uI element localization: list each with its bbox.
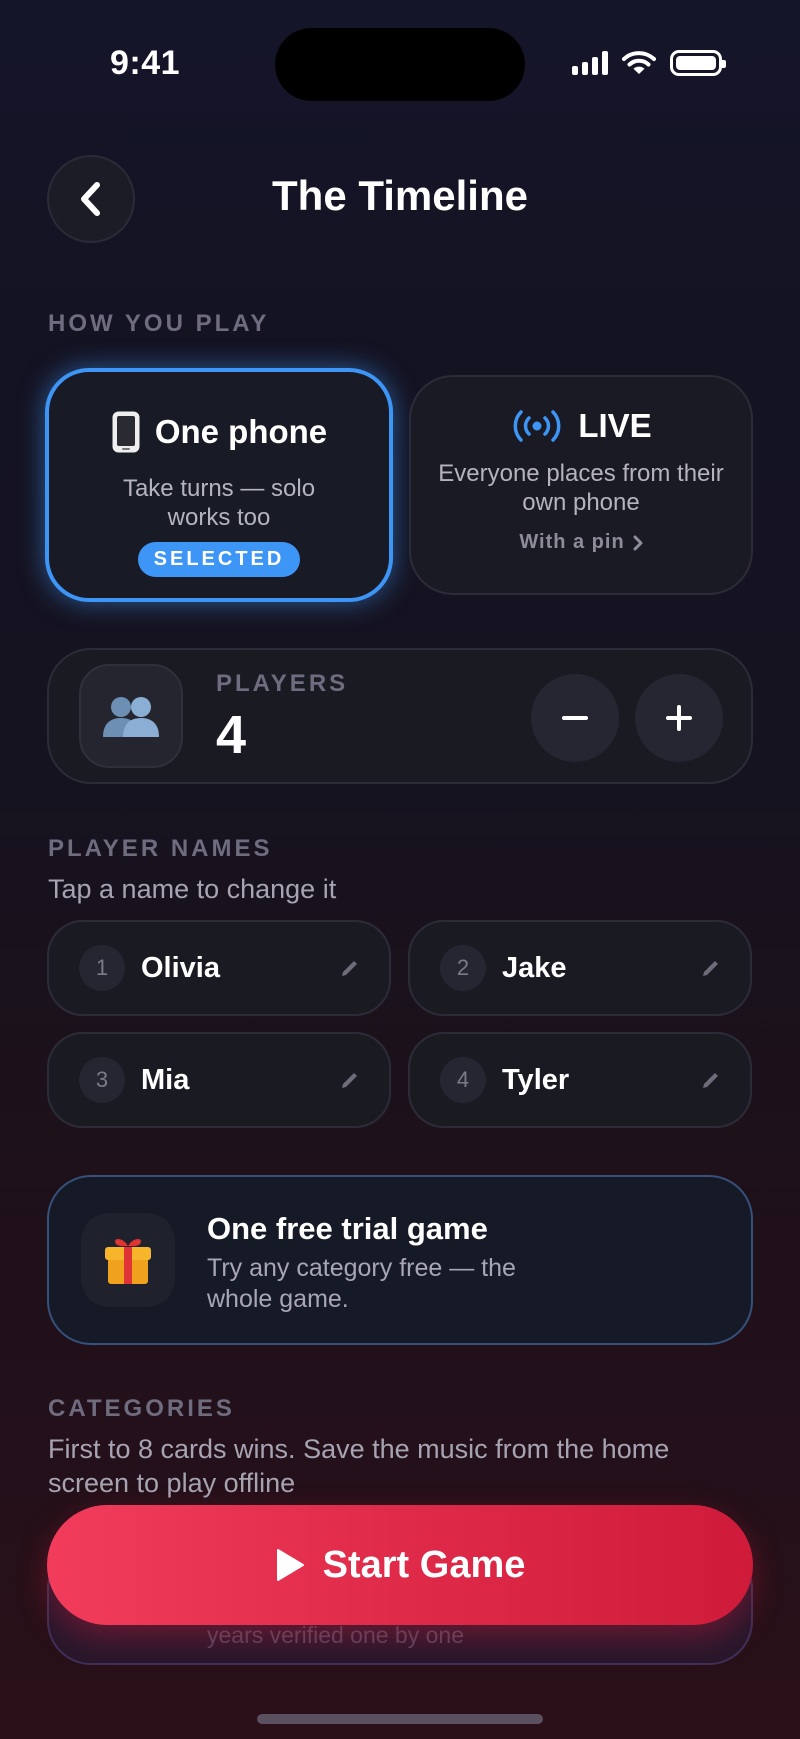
dynamic-island <box>275 28 525 101</box>
players-label: PLAYERS <box>216 670 349 697</box>
mode-description: Everyone places from their own phone <box>438 460 724 516</box>
player-name: Mia <box>141 1063 190 1096</box>
categories-label: CATEGORIES <box>48 1395 235 1422</box>
phone-icon <box>112 411 140 453</box>
people-icon <box>103 697 159 737</box>
selected-badge: SELECTED <box>137 542 301 577</box>
page-title: The Timeline <box>272 172 528 219</box>
gift-icon <box>105 1239 151 1284</box>
cellular-signal-icon <box>572 51 608 75</box>
player-number: 3 <box>79 1057 125 1103</box>
wifi-icon <box>622 51 656 74</box>
player-number: 2 <box>440 945 486 991</box>
start-game-label: Start Game <box>322 1543 526 1586</box>
play-icon <box>276 1549 304 1581</box>
how-you-play-label: HOW YOU PLAY <box>48 310 270 337</box>
mode-title: LIVE <box>578 407 652 444</box>
players-count: 4 <box>216 705 247 765</box>
player-name-chip[interactable]: 4 Tyler <box>408 1032 752 1128</box>
chevron-right-icon <box>633 535 643 550</box>
player-name-chip[interactable]: 2 Jake <box>408 920 752 1016</box>
pencil-icon <box>342 961 357 976</box>
mode-card-live[interactable]: LIVE Everyone places from their own phon… <box>409 375 753 595</box>
mode-title: One phone <box>154 413 328 450</box>
mode-description: Take turns — solo works too <box>122 475 316 531</box>
plus-icon <box>666 705 692 731</box>
player-names-label: PLAYER NAMES <box>48 835 273 862</box>
player-name: Jake <box>502 951 567 984</box>
category-card-text: years verified one by one <box>207 1622 464 1648</box>
player-name: Olivia <box>141 951 220 984</box>
player-number: 1 <box>79 945 125 991</box>
mode-card-one-phone[interactable]: One phone Take turns — solo works too SE… <box>45 368 393 602</box>
trial-description: Try any category free — the whole game. <box>207 1254 516 1313</box>
player-name-chip[interactable]: 1 Olivia <box>47 920 391 1016</box>
home-indicator[interactable] <box>257 1714 543 1724</box>
players-icon-box <box>79 664 183 768</box>
player-number: 4 <box>440 1057 486 1103</box>
with-pin-label: With a pin <box>519 531 625 553</box>
trial-title: One free trial game <box>207 1211 488 1246</box>
pencil-icon <box>703 961 718 976</box>
status-icons <box>572 50 726 76</box>
broadcast-icon <box>513 410 561 442</box>
with-pin-link[interactable]: With a pin <box>519 531 643 554</box>
decrease-players-button[interactable] <box>531 674 619 762</box>
free-trial-card[interactable]: One free trial game Try any category fre… <box>47 1175 753 1345</box>
start-game-button[interactable]: Start Game <box>47 1505 753 1625</box>
gift-icon-box <box>81 1213 175 1307</box>
pencil-icon <box>703 1073 718 1088</box>
categories-description: First to 8 cards wins. Save the music fr… <box>48 1434 670 1498</box>
player-name: Tyler <box>502 1063 570 1096</box>
increase-players-button[interactable] <box>635 674 723 762</box>
player-name-chip[interactable]: 3 Mia <box>47 1032 391 1128</box>
pencil-icon <box>342 1073 357 1088</box>
status-time: 9:41 <box>110 44 181 82</box>
players-card: PLAYERS 4 <box>47 648 753 784</box>
player-names-hint: Tap a name to change it <box>48 874 337 904</box>
battery-icon <box>670 50 726 76</box>
minus-icon <box>562 716 588 720</box>
